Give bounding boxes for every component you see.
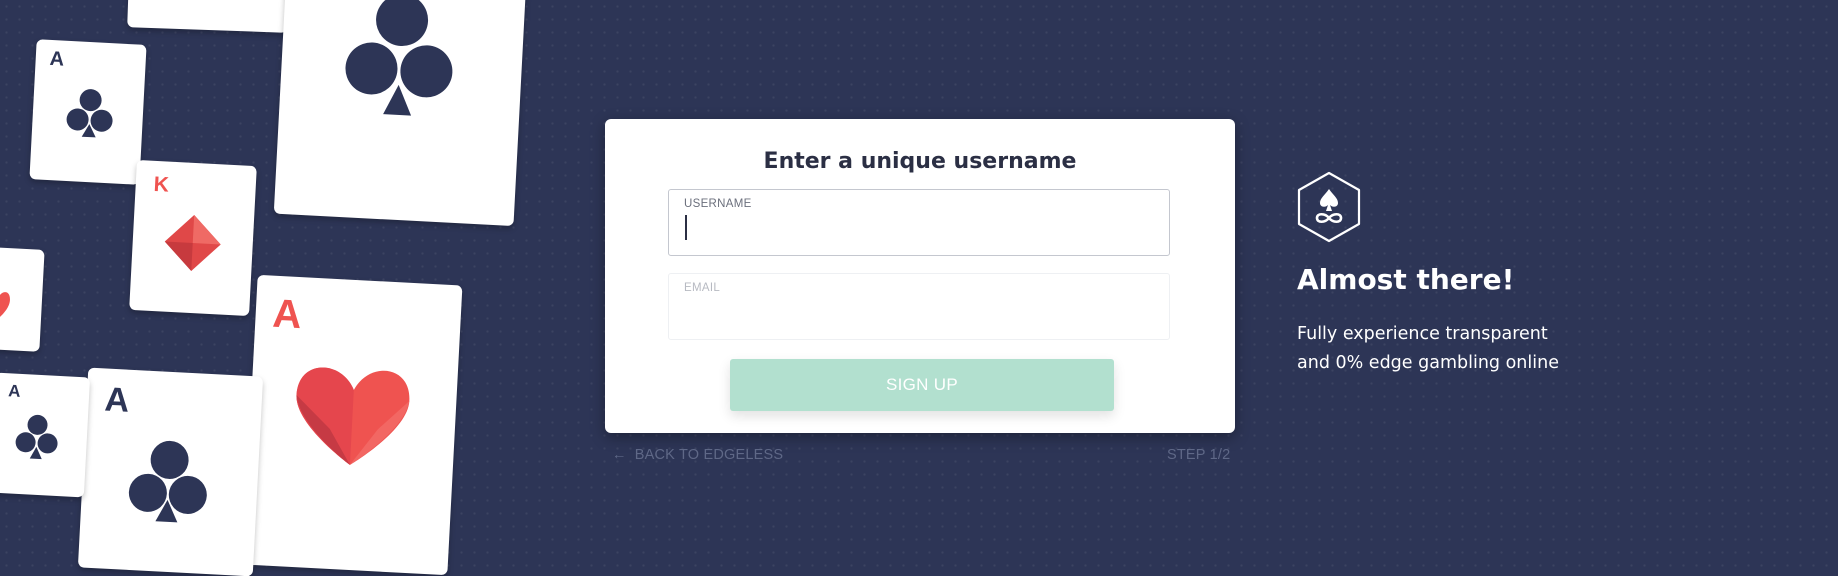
email-input[interactable] [684, 300, 1144, 330]
arrow-left-icon: ← [612, 447, 627, 463]
promo-line-2: and 0% edge gambling online [1297, 353, 1559, 373]
signup-panel: Enter a unique username USERNAME EMAIL S… [605, 119, 1235, 433]
promo-headline: Almost there! [1297, 263, 1515, 296]
card-ace-hearts-large: A [242, 274, 463, 576]
club-suit-icon [15, 414, 58, 460]
club-suit-icon [128, 440, 207, 523]
club-suit-icon [66, 89, 113, 138]
club-suit-icon [345, 0, 453, 116]
username-field[interactable]: USERNAME [668, 189, 1170, 256]
heart-suit-icon [0, 288, 10, 320]
username-label: USERNAME [684, 198, 752, 210]
sign-up-button[interactable]: SIGN UP [730, 359, 1114, 411]
step-indicator: STEP 1/2 [1167, 447, 1231, 463]
form-title: Enter a unique username [763, 149, 1077, 174]
card-heart-partial [0, 246, 45, 352]
playing-cards-decoration: A K A A A [0, 0, 540, 576]
card-ace-clubs-small: A [29, 39, 147, 185]
card-ace-clubs-small-left: A [0, 372, 91, 498]
card-partial-top [127, 0, 289, 33]
heart-suit-icon [296, 367, 410, 465]
promo-line-1: Fully experience transparent [1297, 324, 1548, 344]
back-to-edgeless-link[interactable]: ← BACK TO EDGELESS [612, 447, 783, 463]
promo-subtext: Fully experience transparent and 0% edge… [1297, 320, 1559, 378]
card-ace-clubs-medium: A [77, 367, 264, 576]
diamond-suit-icon [164, 215, 221, 271]
card-club-large [273, 0, 527, 227]
card-king-diamonds: K [129, 159, 257, 317]
username-input[interactable] [684, 216, 1144, 246]
email-field[interactable]: EMAIL [668, 273, 1170, 340]
edgeless-logo-icon [1297, 171, 1361, 243]
email-label: EMAIL [684, 282, 721, 294]
back-link-label: BACK TO EDGELESS [634, 447, 784, 463]
